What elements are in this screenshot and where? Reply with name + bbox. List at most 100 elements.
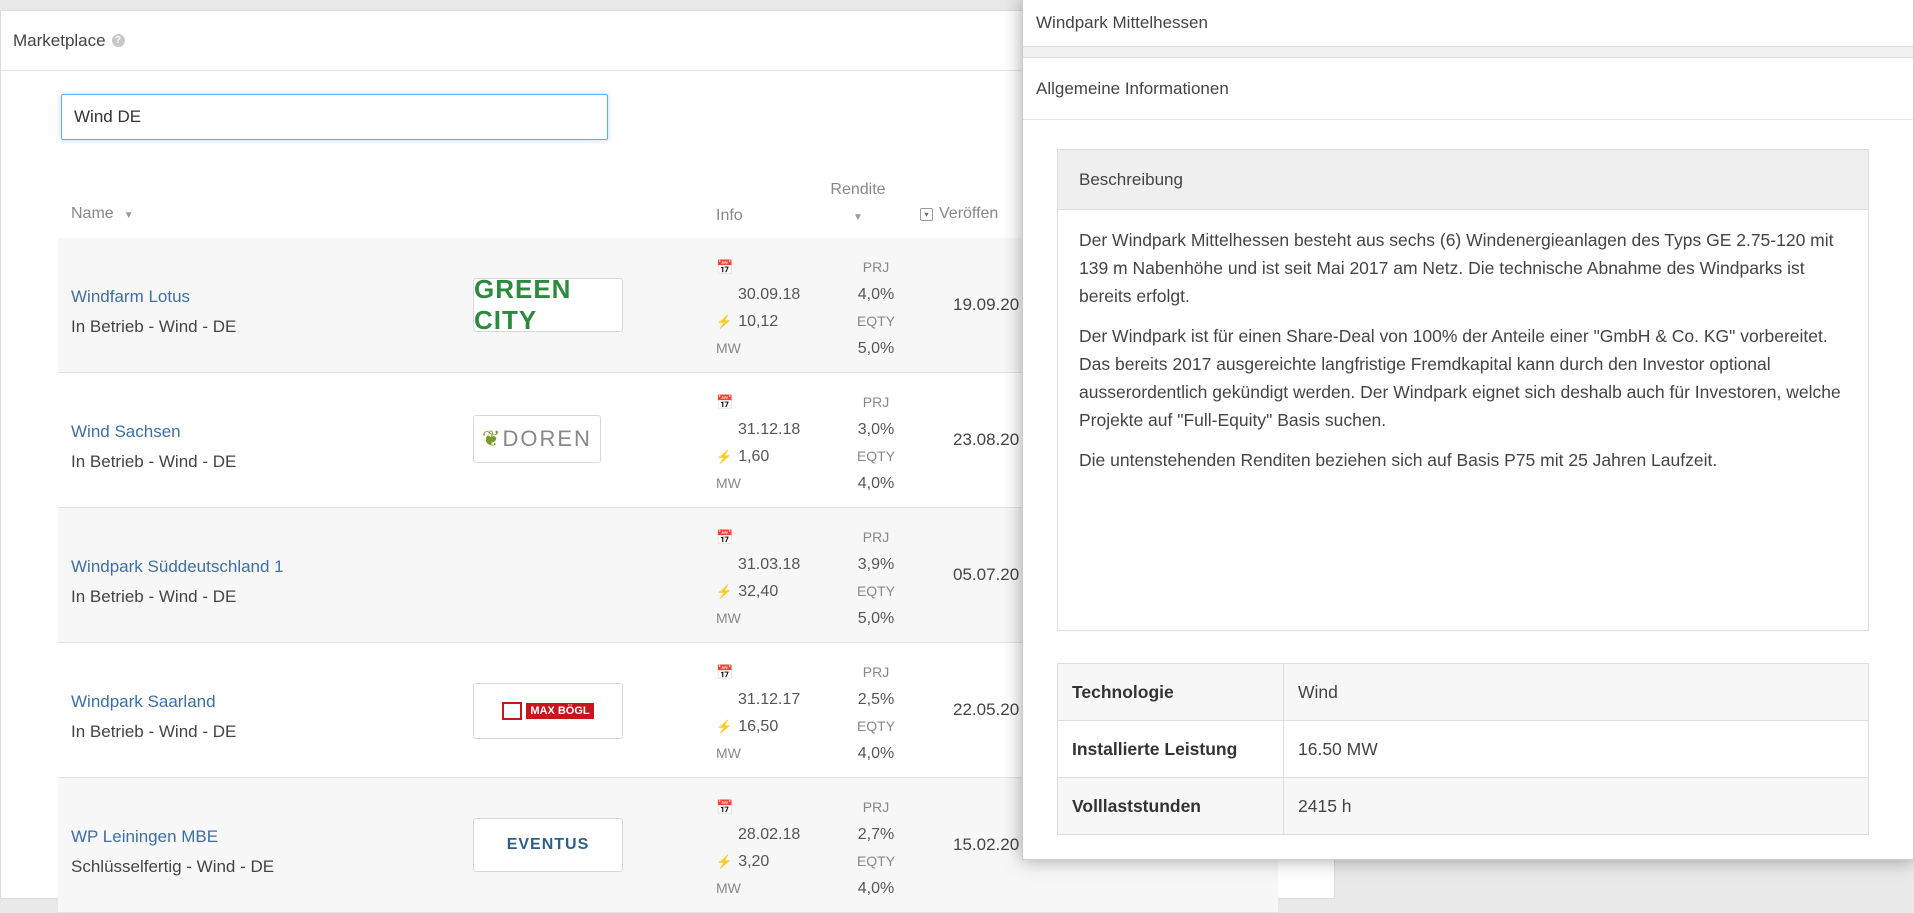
project-name-cell: Windfarm Lotus In Betrieb - Wind - DE — [71, 282, 236, 342]
rendite-cell: PRJ 4,0% EQTY 5,0% — [841, 254, 911, 362]
sort-caret-icon[interactable]: ▼ — [853, 212, 863, 223]
section-title: Allgemeine Informationen — [1036, 78, 1229, 98]
marketplace-title: Marketplace — [13, 30, 106, 50]
max-bogl-logo-text: MAX BÖGL — [526, 703, 594, 719]
doren-logo-label: DOREN — [502, 426, 592, 451]
property-key: Technologie — [1057, 663, 1284, 721]
company-logo: GREEN CITY — [473, 278, 623, 332]
company-logo: MAX BÖGL — [473, 683, 623, 739]
capacity-value: 32,40 — [738, 583, 779, 600]
detail-title: Windpark Mittelhessen — [1036, 12, 1208, 32]
column-header-published[interactable]: ▾ Veröffen — [920, 205, 998, 223]
capacity-unit: MW — [716, 475, 741, 491]
leaf-icon: ❦ — [482, 426, 503, 451]
eqty-label: EQTY — [856, 853, 896, 869]
rendite-cell: PRJ 2,5% EQTY 4,0% — [841, 659, 911, 767]
property-key: Volllaststunden — [1057, 777, 1284, 835]
eqty-value: 4,0% — [857, 880, 895, 897]
project-name-cell: Windpark Saarland In Betrieb - Wind - DE — [71, 687, 236, 747]
eqty-value: 5,0% — [857, 340, 895, 357]
property-value: 16.50 MW — [1283, 720, 1869, 778]
prj-label: PRJ — [862, 529, 890, 545]
max-bogl-logo: MAX BÖGL — [502, 702, 594, 720]
project-status: In Betrieb - Wind - DE — [71, 452, 237, 471]
project-status: In Betrieb - Wind - DE — [71, 317, 237, 336]
column-published-label: Veröffen — [939, 205, 999, 222]
project-link[interactable]: Windfarm Lotus — [71, 282, 236, 312]
prj-value: 3,0% — [857, 421, 895, 438]
column-info-label: Info — [716, 207, 743, 224]
commission-date: 31.12.17 — [738, 691, 801, 708]
property-row: Technologie Wind — [1057, 663, 1869, 721]
column-header-info: Info — [716, 207, 743, 225]
column-header-rendite[interactable]: Rendite ▼ — [828, 177, 888, 231]
plug-icon: ⚡ — [716, 449, 733, 464]
eqty-label: EQTY — [856, 718, 896, 734]
capacity-unit: MW — [716, 880, 741, 896]
project-link[interactable]: Wind Sachsen — [71, 417, 236, 447]
search-input[interactable] — [61, 94, 608, 140]
calendar-icon: 📅 — [716, 799, 734, 815]
green-city-logo-text: GREEN CITY — [474, 278, 572, 332]
detail-header: Windpark Mittelhessen — [1023, 0, 1913, 47]
prj-label: PRJ — [862, 394, 890, 410]
rendite-cell: PRJ 3,9% EQTY 5,0% — [841, 524, 911, 632]
rendite-cell: PRJ 3,0% EQTY 4,0% — [841, 389, 911, 497]
calendar-icon: 📅 — [716, 394, 734, 410]
plug-icon: ⚡ — [716, 314, 733, 329]
description-paragraph: Der Windpark Mittelhessen besteht aus se… — [1079, 230, 1834, 306]
project-status: In Betrieb - Wind - DE — [71, 722, 237, 741]
column-name-label: Name — [71, 205, 114, 222]
project-link[interactable]: Windpark Saarland — [71, 687, 236, 717]
eqty-value: 5,0% — [857, 610, 895, 627]
info-cell: 📅 31.03.18 ⚡ 32,40 MW — [716, 524, 836, 632]
info-cell: 📅 28.02.18 ⚡ 3,20 MW — [716, 794, 836, 902]
eqty-value: 4,0% — [857, 475, 895, 492]
commission-date: 30.09.18 — [738, 286, 801, 303]
plug-icon: ⚡ — [716, 854, 733, 869]
sort-caret-icon[interactable]: ▼ — [118, 210, 134, 221]
max-bogl-mark-icon — [502, 702, 523, 720]
detail-panel: Windpark Mittelhessen Allgemeine Informa… — [1022, 0, 1914, 860]
prj-value: 3,9% — [857, 556, 895, 573]
description-title: Beschreibung — [1058, 150, 1868, 210]
capacity-unit: MW — [716, 610, 741, 626]
help-icon[interactable]: ? — [111, 34, 125, 47]
project-status: Schlüsselfertig - Wind - DE — [71, 857, 275, 876]
section-header: Allgemeine Informationen — [1023, 58, 1913, 120]
property-value: Wind — [1283, 663, 1869, 721]
project-name-cell: WP Leiningen MBE Schlüsselfertig - Wind … — [71, 822, 274, 882]
description-paragraph: Der Windpark ist für einen Share-Deal vo… — [1079, 326, 1841, 430]
page: Marketplace ? Name ▼ Info Rendite ▼ ▾ Ver… — [0, 0, 1914, 913]
column-header-name[interactable]: Name ▼ — [71, 205, 134, 223]
info-cell: 📅 31.12.18 ⚡ 1,60 MW — [716, 389, 836, 497]
prj-label: PRJ — [862, 664, 890, 680]
eqty-value: 4,0% — [857, 745, 895, 762]
published-date: 19.09.20 — [953, 295, 1020, 314]
published-date: 05.07.20 — [953, 565, 1020, 584]
divider — [1023, 47, 1913, 58]
plug-icon: ⚡ — [716, 584, 733, 599]
calendar-icon: 📅 — [716, 664, 734, 680]
project-link[interactable]: Windpark Süddeutschland 1 — [71, 552, 284, 582]
filter-icon[interactable]: ▾ — [920, 208, 933, 221]
property-row: Installierte Leistung 16.50 MW — [1057, 720, 1869, 778]
commission-date: 31.03.18 — [738, 556, 801, 573]
info-cell: 📅 30.09.18 ⚡ 10,12 MW — [716, 254, 836, 362]
property-row: Volllaststunden 2415 h — [1057, 777, 1869, 835]
eqty-label: EQTY — [856, 313, 896, 329]
capacity-value: 3,20 — [738, 853, 770, 870]
eqty-label: EQTY — [856, 583, 896, 599]
description-body: Der Windpark Mittelhessen besteht aus se… — [1058, 210, 1868, 502]
column-rendite-label: Rendite — [830, 181, 886, 198]
project-status: In Betrieb - Wind - DE — [71, 587, 237, 606]
commission-date: 28.02.18 — [738, 826, 801, 843]
published-date: 22.05.20 — [953, 700, 1020, 719]
published-date: 15.02.20 — [953, 835, 1020, 854]
project-link[interactable]: WP Leiningen MBE — [71, 822, 274, 852]
description-paragraph: Die untenstehenden Renditen beziehen sic… — [1079, 450, 1718, 470]
info-cell: 📅 31.12.17 ⚡ 16,50 MW — [716, 659, 836, 767]
property-key: Installierte Leistung — [1057, 720, 1284, 778]
properties-table: Technologie Wind Installierte Leistung 1… — [1057, 663, 1869, 835]
project-name-cell: Windpark Süddeutschland 1 In Betrieb - W… — [71, 552, 284, 612]
